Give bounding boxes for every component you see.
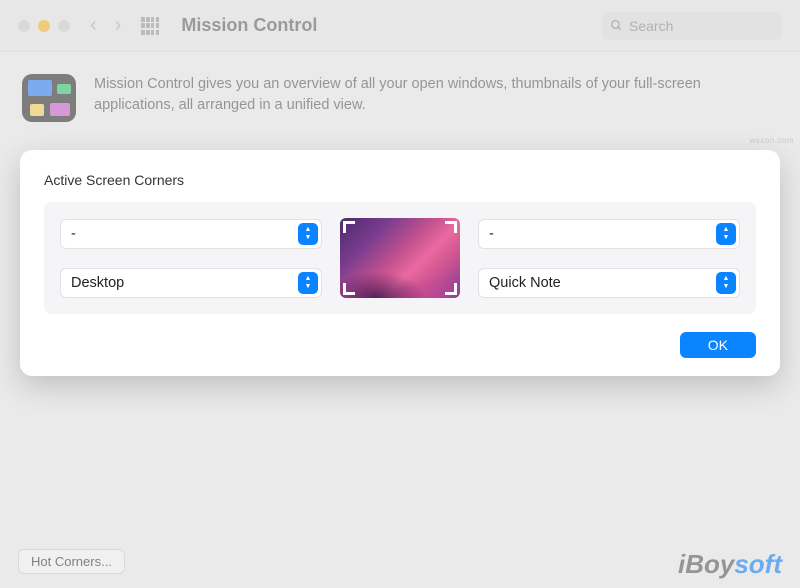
corner-marker-icon bbox=[445, 221, 457, 233]
search-input[interactable]: Search bbox=[602, 12, 782, 40]
intro-text: Mission Control gives you an overview of… bbox=[94, 74, 778, 116]
corner-marker-icon bbox=[343, 221, 355, 233]
titlebar: ‹ › Mission Control Search bbox=[0, 0, 800, 52]
corner-bottom-left-select[interactable]: Desktop ▲▼ bbox=[60, 268, 322, 298]
hot-corners-button[interactable]: Hot Corners... bbox=[18, 549, 125, 574]
prefs-window: ‹ › Mission Control Search Mission Contr… bbox=[0, 0, 800, 588]
ok-button[interactable]: OK bbox=[680, 332, 756, 358]
page-title: Mission Control bbox=[181, 15, 317, 36]
show-all-icon[interactable] bbox=[141, 17, 159, 35]
forward-icon[interactable]: › bbox=[115, 14, 122, 37]
intro-row: Mission Control gives you an overview of… bbox=[22, 74, 778, 122]
close-window-icon[interactable] bbox=[18, 20, 30, 32]
mission-control-icon bbox=[22, 74, 76, 122]
corner-marker-icon bbox=[445, 283, 457, 295]
corner-bottom-right-value: Quick Note bbox=[489, 275, 561, 291]
watermark: iBoysoft bbox=[678, 549, 782, 580]
corner-top-right-value: - bbox=[489, 226, 494, 242]
back-icon[interactable]: ‹ bbox=[90, 14, 97, 37]
corner-bottom-right-select[interactable]: Quick Note ▲▼ bbox=[478, 268, 740, 298]
watermark-prefix: iBoy bbox=[678, 549, 734, 579]
chevron-updown-icon: ▲▼ bbox=[716, 223, 736, 245]
watermark-suffix: soft bbox=[734, 549, 782, 579]
chevron-updown-icon: ▲▼ bbox=[298, 272, 318, 294]
watermark-small: wsxon.com bbox=[749, 136, 794, 145]
zoom-window-icon[interactable] bbox=[58, 20, 70, 32]
corners-panel: - ▲▼ - ▲▼ Desktop ▲▼ Quick Note ▲▼ bbox=[44, 202, 756, 314]
sheet-actions: OK bbox=[44, 332, 756, 358]
bottom-bar: Hot Corners... bbox=[18, 549, 125, 574]
corner-bottom-left-value: Desktop bbox=[71, 275, 124, 291]
search-placeholder: Search bbox=[629, 18, 673, 34]
corner-top-left-select[interactable]: - ▲▼ bbox=[60, 219, 322, 249]
minimize-window-icon[interactable] bbox=[38, 20, 50, 32]
chevron-updown-icon: ▲▼ bbox=[298, 223, 318, 245]
hot-corners-sheet: Active Screen Corners - ▲▼ - ▲▼ Desktop … bbox=[20, 150, 780, 376]
screen-preview bbox=[340, 218, 460, 298]
nav-arrows: ‹ › bbox=[90, 14, 121, 37]
sheet-title: Active Screen Corners bbox=[44, 172, 756, 188]
corner-marker-icon bbox=[343, 283, 355, 295]
corner-top-left-value: - bbox=[71, 226, 76, 242]
window-controls bbox=[18, 20, 70, 32]
search-icon bbox=[610, 19, 623, 32]
chevron-updown-icon: ▲▼ bbox=[716, 272, 736, 294]
corner-top-right-select[interactable]: - ▲▼ bbox=[478, 219, 740, 249]
